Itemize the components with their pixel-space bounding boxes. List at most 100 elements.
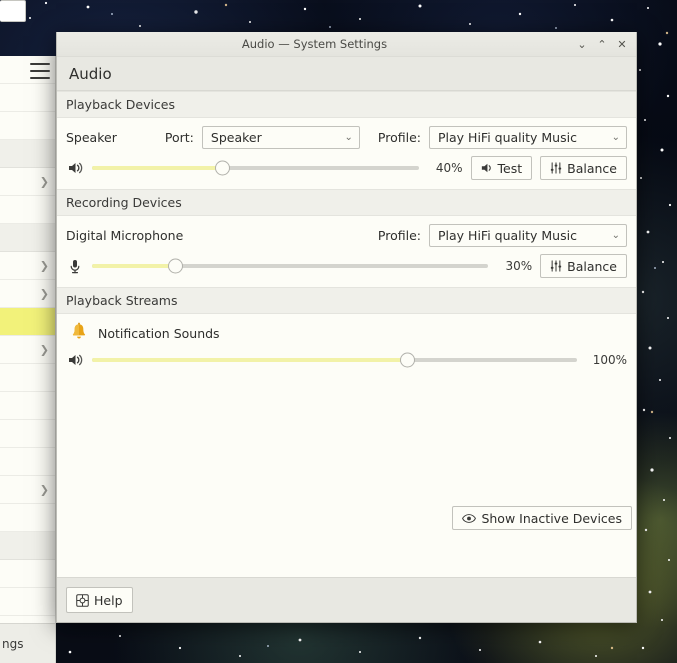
list-group-header [0, 140, 55, 168]
list-item[interactable] [0, 448, 55, 476]
list-item[interactable]: ❯ [0, 280, 55, 308]
window-footer: Help [57, 577, 636, 622]
speaker-icon[interactable] [66, 159, 84, 177]
playback-device-name: Speaker [66, 130, 117, 145]
slider-handle[interactable] [215, 160, 231, 176]
list-item[interactable]: ❯ [0, 336, 55, 364]
recording-profile-select[interactable]: Play HiFi quality Music ⌄ [429, 224, 627, 247]
playback-profile-select[interactable]: Play HiFi quality Music ⌄ [429, 126, 627, 149]
window-title: Audio — System Settings [241, 37, 388, 51]
background-settings-list[interactable]: ❯ ❯ ❯ ❯ ❯ ngs [0, 56, 56, 663]
background-list-footer[interactable]: ngs [0, 623, 55, 663]
port-value: Speaker [210, 130, 262, 145]
eye-icon [462, 513, 477, 523]
help-icon [76, 593, 89, 607]
list-item[interactable] [0, 588, 55, 616]
balance-sliders-icon [550, 162, 562, 174]
minimize-icon[interactable]: ⌄ [572, 34, 592, 54]
chevron-down-icon: ⌄ [611, 132, 620, 143]
list-group-header [0, 532, 55, 560]
section-header-playback-streams: Playback Streams [57, 287, 636, 314]
hamburger-line [30, 77, 50, 79]
chevron-right-icon: ❯ [39, 175, 49, 188]
close-icon[interactable]: ✕ [612, 34, 632, 54]
recording-volume-row: 30% Balance [57, 249, 636, 287]
header-bar: Audio [57, 57, 636, 91]
notification-volume-percent: 100% [592, 353, 627, 367]
playback-profile-value: Play HiFi quality Music [438, 130, 577, 145]
list-item[interactable]: ❯ [0, 252, 55, 280]
hamburger-icon[interactable] [30, 63, 50, 79]
settings-content: Playback Devices Speaker Port: Speaker ⌄… [57, 91, 636, 577]
notification-volume-slider[interactable] [92, 351, 577, 369]
list-item-selected[interactable] [0, 308, 55, 336]
chevron-right-icon: ❯ [39, 483, 49, 496]
recording-profile-value: Play HiFi quality Music [438, 228, 577, 243]
desktop-wallpaper: ❯ ❯ ❯ ❯ ❯ ngs Audio — System Settings ⌄ … [0, 0, 677, 663]
list-item[interactable]: ❯ [0, 168, 55, 196]
playback-volume-percent: 40% [435, 161, 463, 175]
slider-handle[interactable] [399, 352, 415, 368]
playback-balance-label: Balance [567, 160, 617, 176]
speaker-small-icon [481, 163, 491, 173]
window-controls: ⌄ ⌃ ✕ [572, 34, 632, 54]
background-search-input[interactable] [0, 0, 26, 22]
list-item[interactable] [0, 560, 55, 588]
list-item[interactable] [0, 112, 55, 140]
port-select[interactable]: Speaker ⌄ [201, 126, 360, 149]
speaker-icon[interactable] [66, 351, 84, 369]
recording-volume-slider[interactable] [92, 257, 489, 275]
recording-balance-button[interactable]: Balance [540, 254, 627, 278]
notification-stream-row: Notification Sounds [57, 314, 636, 346]
list-item[interactable] [0, 84, 55, 112]
chevron-down-icon: ⌄ [344, 132, 353, 143]
recording-balance-label: Balance [567, 258, 617, 274]
microphone-icon[interactable] [66, 257, 84, 275]
chevron-right-icon: ❯ [39, 259, 49, 272]
chevron-down-icon: ⌄ [611, 230, 620, 241]
playback-balance-button[interactable]: Balance [540, 156, 627, 180]
help-button[interactable]: Help [66, 587, 133, 613]
show-inactive-devices-label: Show Inactive Devices [481, 510, 622, 526]
chevron-right-icon: ❯ [39, 287, 49, 300]
section-header-recording-devices: Recording Devices [57, 189, 636, 216]
slider-fill [92, 358, 408, 362]
window-titlebar[interactable]: Audio — System Settings ⌄ ⌃ ✕ [57, 32, 636, 57]
playback-profile-label: Profile: [377, 130, 421, 145]
balance-sliders-icon [550, 260, 562, 272]
list-item[interactable] [0, 364, 55, 392]
notification-stream-name: Notification Sounds [98, 325, 220, 341]
recording-device-row: Digital Microphone Profile: Play HiFi qu… [57, 216, 636, 249]
list-item[interactable] [0, 420, 55, 448]
bell-icon [70, 322, 88, 344]
list-item[interactable] [0, 196, 55, 224]
show-inactive-wrapper: Show Inactive Devices [452, 506, 632, 530]
background-list-footer-label: ngs [2, 636, 24, 651]
recording-device-name: Digital Microphone [66, 228, 184, 243]
list-item[interactable] [0, 504, 55, 532]
playback-volume-row: 40% Test Balance [57, 151, 636, 189]
maximize-icon[interactable]: ⌃ [592, 34, 612, 54]
port-label: Port: [164, 130, 194, 145]
recording-volume-percent: 30% [505, 259, 533, 273]
hamburger-line [30, 63, 50, 65]
test-button-label: Test [497, 160, 523, 176]
list-item[interactable]: ❯ [0, 476, 55, 504]
help-button-label: Help [94, 592, 123, 608]
section-header-playback-devices: Playback Devices [57, 91, 636, 118]
slider-fill [92, 264, 176, 268]
chevron-right-icon: ❯ [39, 343, 49, 356]
hamburger-line [30, 70, 50, 72]
audio-settings-window: Audio — System Settings ⌄ ⌃ ✕ Audio Play… [56, 32, 637, 623]
slider-handle[interactable] [167, 258, 183, 274]
test-button[interactable]: Test [470, 156, 533, 180]
slider-fill [92, 166, 223, 170]
playback-volume-slider[interactable] [92, 159, 419, 177]
list-item[interactable] [0, 392, 55, 420]
show-inactive-devices-button[interactable]: Show Inactive Devices [452, 506, 632, 530]
recording-profile-label: Profile: [377, 228, 421, 243]
page-title: Audio [69, 64, 112, 83]
playback-device-row: Speaker Port: Speaker ⌄ Profile: Play Hi… [57, 118, 636, 151]
notification-volume-row: 100% [57, 346, 636, 378]
list-group-header [0, 224, 55, 252]
